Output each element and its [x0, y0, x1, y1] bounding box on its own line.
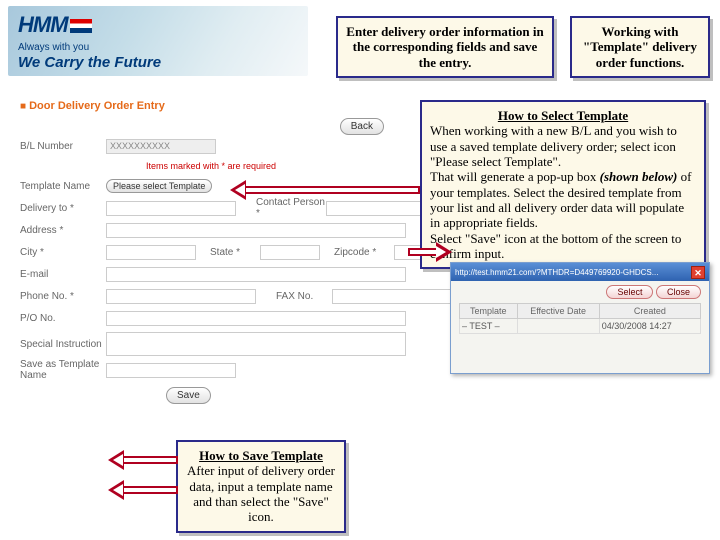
city-label: City * [20, 247, 106, 258]
email-field[interactable] [106, 267, 406, 282]
city-field[interactable] [106, 245, 196, 260]
tagline-small: Always with you [18, 42, 89, 53]
popup-select-button[interactable]: Select [606, 285, 653, 299]
template-popup: http://test.hmm21.com/?MTHDR=D449769920-… [450, 262, 710, 374]
save-as-template-label: Save as Template Name [20, 359, 106, 381]
state-field[interactable] [260, 245, 320, 260]
template-name-label: Template Name [20, 181, 106, 192]
col-template: Template [460, 304, 518, 319]
back-button[interactable]: Back [340, 118, 384, 135]
callout-working-with: Working with "Template" delivery order f… [570, 16, 710, 78]
popup-url: http://test.hmm21.com/?MTHDR=D449769920-… [455, 268, 658, 277]
special-instruction-label: Special Instruction [20, 339, 106, 350]
col-effective-date: Effective Date [517, 304, 599, 319]
email-label: E-mail [20, 269, 106, 280]
callout-how-to-select: How to Select Template When working with… [420, 100, 706, 269]
address-field[interactable] [106, 223, 406, 238]
please-select-template-button[interactable]: Please select Template [106, 179, 212, 193]
phone-label: Phone No. * [20, 291, 106, 302]
callout-enter-info: Enter delivery order information in the … [336, 16, 554, 78]
col-created: Created [599, 304, 700, 319]
address-label: Address * [20, 225, 106, 236]
popup-close-button[interactable]: Close [656, 285, 701, 299]
bullet-icon: ■ [20, 101, 26, 112]
flag-icon [70, 19, 92, 33]
save-button[interactable]: Save [166, 387, 211, 404]
callout-how-to-save: How to Save Template After input of deli… [176, 440, 346, 533]
hmm-logo: HMM [18, 12, 92, 38]
special-instruction-field[interactable] [106, 332, 406, 356]
fax-field[interactable] [332, 289, 462, 304]
delivery-to-label: Delivery to * [20, 203, 106, 214]
zipcode-label: Zipcode * [334, 247, 394, 258]
fax-label: FAX No. [276, 291, 332, 302]
brand-banner: HMM Always with you We Carry the Future [8, 6, 308, 76]
contact-person-label: Contact Person * [256, 197, 326, 219]
bl-number-field[interactable]: XXXXXXXXXX [106, 139, 216, 154]
table-row[interactable]: – TEST – 04/30/2008 14:27 [460, 319, 701, 334]
po-label: P/O No. [20, 313, 106, 324]
popup-titlebar: http://test.hmm21.com/?MTHDR=D449769920-… [451, 263, 709, 281]
save-as-template-field[interactable] [106, 363, 236, 378]
bl-number-label: B/L Number [20, 141, 106, 152]
delivery-to-field[interactable] [106, 201, 236, 216]
tagline-big: We Carry the Future [18, 54, 161, 71]
po-field[interactable] [106, 311, 406, 326]
template-table: Template Effective Date Created – TEST –… [459, 303, 701, 334]
state-label: State * [210, 247, 260, 258]
close-icon[interactable]: ✕ [691, 266, 705, 279]
phone-field[interactable] [106, 289, 256, 304]
